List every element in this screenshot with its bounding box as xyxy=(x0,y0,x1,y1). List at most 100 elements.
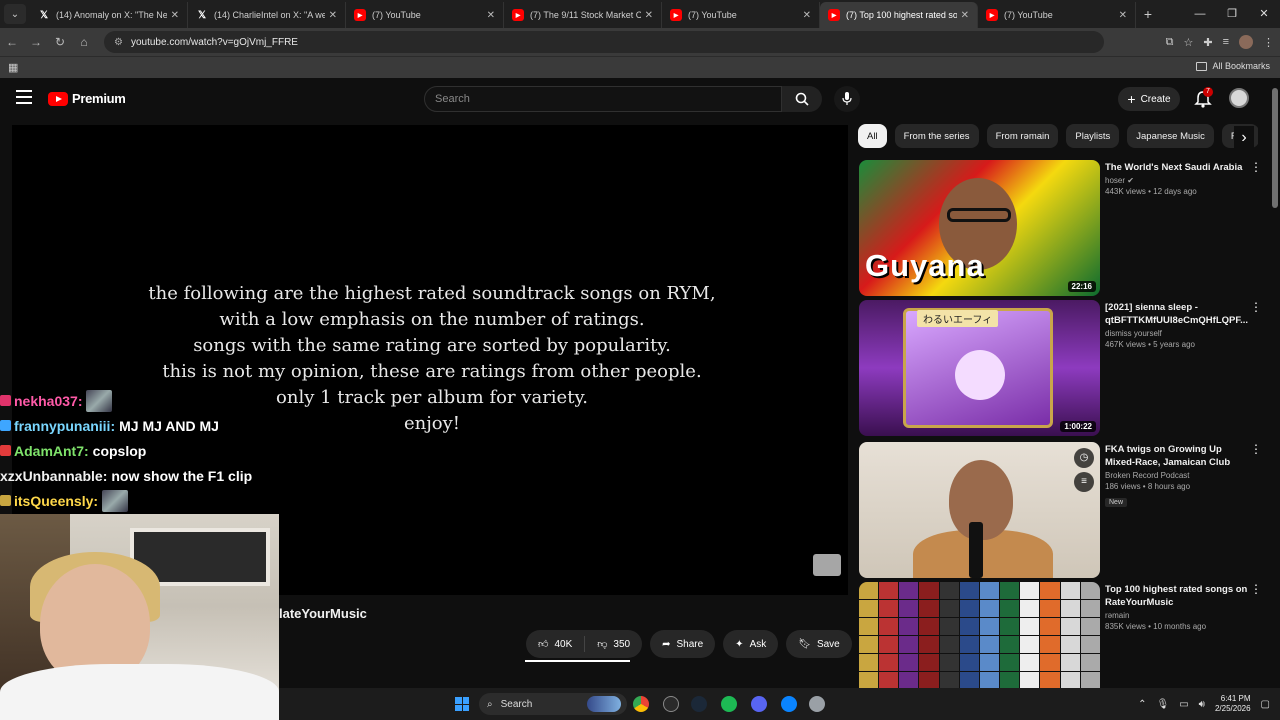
taskbar-search[interactable]: ⌕ Search xyxy=(479,693,627,715)
video-title[interactable]: [2021] sienna sleep - qtBFTTKMfUUI8eCmQH… xyxy=(1105,301,1250,327)
video-title[interactable]: The World's Next Saudi Arabia xyxy=(1105,161,1250,174)
browser-tab[interactable]: ▶ (7) YouTube ✕ xyxy=(978,2,1136,28)
browser-tab[interactable]: ▶ (7) YouTube ✕ xyxy=(662,2,820,28)
profile-avatar[interactable] xyxy=(1239,35,1253,49)
browser-tab[interactable]: 𝕏 (14) Anomaly on X: "The New Y ✕ xyxy=(30,2,188,28)
forward-icon[interactable]: → xyxy=(24,35,48,49)
app-icon[interactable] xyxy=(663,696,679,712)
close-tab-icon[interactable]: ✕ xyxy=(329,10,337,21)
messenger-icon[interactable] xyxy=(781,696,797,712)
account-avatar[interactable] xyxy=(1229,88,1249,108)
share-button[interactable]: ➦ Share xyxy=(650,630,716,658)
chrome-icon[interactable] xyxy=(633,696,649,712)
volume-icon[interactable]: 🔊︎ xyxy=(1199,699,1205,710)
url-bar[interactable]: ⚙ youtube.com/watch?v=gOjVmj_FFRE xyxy=(104,31,1104,53)
video-thumbnail[interactable]: わるいエーフィ 1:00:22 xyxy=(859,300,1100,436)
more-options-icon[interactable]: ⋮ xyxy=(1250,582,1262,596)
search-input[interactable]: Search xyxy=(424,86,782,112)
recommended-video[interactable]: Guyana 22:16 The World's Next Saudi Arabia… xyxy=(858,160,1268,298)
video-channel[interactable]: rəmain xyxy=(1105,611,1250,620)
close-tab-icon[interactable]: ✕ xyxy=(645,10,653,21)
site-info-icon[interactable]: ⚙ xyxy=(114,37,123,48)
create-button[interactable]: + Create xyxy=(1118,87,1180,111)
bookmark-star-icon[interactable]: ☆ xyxy=(1183,36,1193,49)
scrollbar-thumb[interactable] xyxy=(1272,88,1278,208)
spotify-icon[interactable] xyxy=(721,696,737,712)
folder-icon xyxy=(1196,61,1208,71)
close-tab-icon[interactable]: ✕ xyxy=(1119,10,1127,21)
video-channel[interactable]: dismiss yourself xyxy=(1105,329,1250,338)
browser-tab[interactable]: ▶ (7) The 9/11 Stock Market Cons ✕ xyxy=(504,2,662,28)
video-details: The World's Next Saudi Arabia hoser ✔ 443K… xyxy=(1105,161,1250,196)
recommended-video[interactable]: ◷ ≡ FKA twigs on Growing Up Mixed-Race, Ja… xyxy=(858,442,1268,580)
minimize-icon[interactable]: — xyxy=(1184,0,1216,28)
clock-time: 6:41 PM xyxy=(1220,694,1251,703)
network-icon[interactable]: ▭ xyxy=(1179,699,1188,710)
more-options-icon[interactable]: ⋮ xyxy=(1250,442,1262,456)
new-tab-button[interactable]: + xyxy=(1136,6,1160,22)
apps-grid-icon[interactable]: ▦ xyxy=(8,61,18,74)
video-thumbnail[interactable]: Guyana 22:16 xyxy=(859,160,1100,296)
page-scrollbar[interactable] xyxy=(1270,80,1280,688)
video-channel[interactable]: hoser ✔ xyxy=(1105,176,1250,185)
add-to-queue-icon[interactable]: ≡ xyxy=(1074,472,1094,492)
save-button[interactable]: 🔖︎ Save xyxy=(786,630,852,658)
more-options-icon[interactable]: ⋮ xyxy=(1250,300,1262,314)
video-thumbnail[interactable]: ◷ ≡ xyxy=(859,442,1100,578)
home-icon[interactable]: ⌂ xyxy=(72,35,96,49)
album-cover-tile xyxy=(919,600,939,617)
watch-later-icon[interactable]: ◷ xyxy=(1074,448,1094,468)
notification-center-icon[interactable]: ▢ xyxy=(1261,699,1270,710)
video-channel[interactable]: Broken Record Podcast xyxy=(1105,471,1250,480)
album-cover-tile xyxy=(919,618,939,635)
discord-icon[interactable] xyxy=(751,696,767,712)
chevron-up-icon[interactable]: ⌃ xyxy=(1138,699,1146,710)
filter-chip[interactable]: From the series xyxy=(894,124,979,148)
windows-start-icon[interactable] xyxy=(455,697,469,711)
browser-tab[interactable]: ▶ (7) YouTube ✕ xyxy=(346,2,504,28)
chat-badge-icon xyxy=(0,395,11,406)
more-options-icon[interactable]: ⋮ xyxy=(1250,160,1262,174)
album-cover-tile xyxy=(939,582,959,599)
browser-tab[interactable]: 𝕏 (14) CharlieIntel on X: "A websi ✕ xyxy=(188,2,346,28)
back-icon[interactable]: ← xyxy=(0,35,24,49)
video-title[interactable]: FKA twigs on Growing Up Mixed-Race, Jama… xyxy=(1105,443,1250,469)
ask-button[interactable]: ✦ Ask xyxy=(723,630,779,658)
microphone-icon[interactable]: 🎙︎ xyxy=(1156,699,1169,710)
like-button[interactable]: 👍︎ 40K xyxy=(526,630,584,658)
close-tab-icon[interactable]: ✕ xyxy=(803,10,811,21)
search-button[interactable] xyxy=(782,86,822,112)
media-icon[interactable]: ≡ xyxy=(1223,36,1229,48)
youtube-premium-logo[interactable]: Premium xyxy=(48,91,126,106)
hamburger-menu-icon[interactable] xyxy=(16,90,32,104)
close-tab-icon[interactable]: ✕ xyxy=(171,10,179,21)
close-tab-icon[interactable]: ✕ xyxy=(487,10,495,21)
maximize-icon[interactable]: ❐ xyxy=(1216,0,1248,28)
browser-menu-icon[interactable]: ⋮ xyxy=(1263,36,1274,49)
reload-icon[interactable]: ↻ xyxy=(48,35,72,49)
channel-name-text: dismiss yourself xyxy=(1105,329,1162,338)
dislike-button[interactable]: 👎︎ 350 xyxy=(585,630,642,658)
channel-name[interactable]: lateYourMusic xyxy=(279,606,367,621)
x-logo-icon: 𝕏 xyxy=(197,9,207,21)
filter-chip[interactable]: Japanese Music xyxy=(1127,124,1214,148)
recommended-video[interactable]: わるいエーフィ 1:00:22 [2021] sienna sleep - qtBF… xyxy=(858,300,1268,438)
album-cover-tile xyxy=(939,636,959,653)
steam-icon[interactable] xyxy=(691,696,707,712)
album-cover-tile xyxy=(1000,582,1020,599)
voice-search-button[interactable] xyxy=(834,86,860,112)
tab-search-button[interactable]: ⌄ xyxy=(4,4,26,24)
install-icon[interactable]: ⧉ xyxy=(1166,36,1174,49)
all-bookmarks[interactable]: All Bookmarks xyxy=(1196,61,1270,71)
chevron-right-icon[interactable]: › xyxy=(1234,126,1254,150)
filter-chip[interactable]: From rəmain xyxy=(986,124,1059,148)
browser-tab[interactable]: ▶ (7) Top 100 highest rated soun ✕ xyxy=(820,2,978,28)
extensions-icon[interactable]: ✚ xyxy=(1203,36,1212,49)
filter-chip[interactable]: All xyxy=(858,124,887,148)
clock[interactable]: 6:41 PM 2/25/2026 xyxy=(1215,694,1251,714)
settings-gear-icon[interactable] xyxy=(809,696,825,712)
video-title[interactable]: Top 100 highest rated songs on RateYourM… xyxy=(1105,583,1250,609)
close-tab-icon[interactable]: ✕ xyxy=(961,10,969,21)
close-window-icon[interactable]: ✕ xyxy=(1248,0,1280,28)
filter-chip[interactable]: Playlists xyxy=(1066,124,1120,148)
